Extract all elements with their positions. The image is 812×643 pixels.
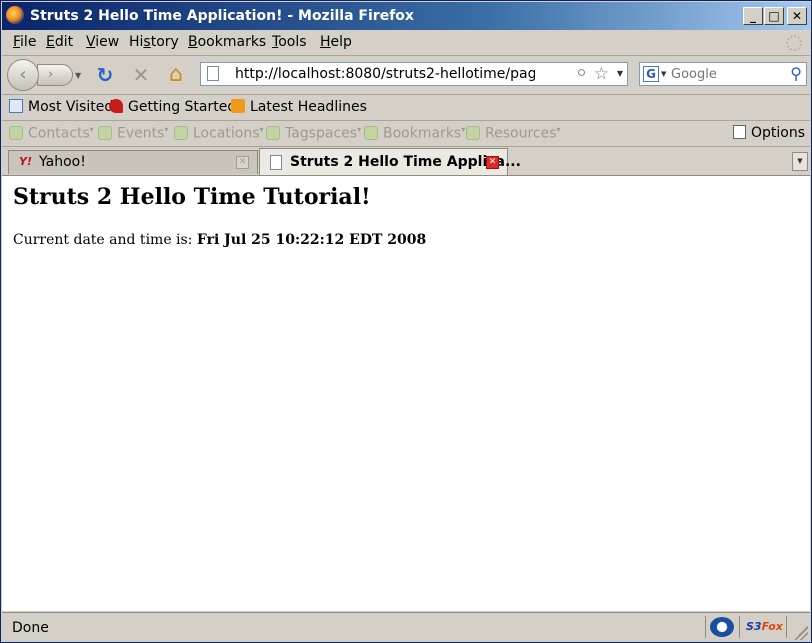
search-input[interactable] [671,65,781,83]
back-forward-group: › ‹ ▼ [7,59,87,91]
status-bar: Done S3Fox [2,612,810,642]
rss-feed-icon [231,99,245,113]
title-bar: Struts 2 Hello Time Application! - Mozil… [2,2,810,30]
bookmark-latest-headlines[interactable]: Latest Headlines [231,99,367,115]
bookmarks-icon [364,125,378,140]
forward-button[interactable]: › [37,64,73,86]
url-dropdown-icon[interactable]: ▼ [617,69,623,78]
menu-bookmarks[interactable]: Bookmarks [188,34,266,50]
tab-strip: Y! Yahoo! ✕ Struts 2 Hello Time Applica.… [2,147,810,176]
date-prefix: Current date and time is: [13,232,197,248]
close-button[interactable]: ✕ [787,7,807,25]
back-button[interactable]: ‹ [7,59,39,91]
options-icon [732,125,746,139]
close-tab-icon[interactable]: ✕ [486,156,499,169]
toolbar-bookmarks[interactable]: Bookmarks▾ [364,125,465,142]
toolbar-tagspaces[interactable]: Tagspaces▾ [266,125,361,142]
menu-view[interactable]: View [86,34,119,50]
bookmark-most-visited[interactable]: Most Visited [9,99,113,115]
search-bar: G ▼ ⚲ [639,62,807,86]
stop-icon[interactable]: ✕ [130,64,152,86]
status-text: Done [12,620,49,636]
status-divider [705,616,706,638]
resize-grip[interactable] [794,626,808,640]
toolbar-contacts[interactable]: Contacts▾ [9,125,94,142]
list-all-tabs-icon[interactable]: ▼ [792,152,808,171]
reload-icon[interactable]: ↻ [94,64,116,86]
engine-dropdown-icon[interactable]: ▼ [661,70,666,78]
tab-struts-hello-time[interactable]: Struts 2 Hello Time Applica... ✕ [259,148,521,175]
extension-toolbar: Contacts▾ Events▾ Locations▾ Tagspaces▾ … [2,121,810,147]
url-bar[interactable]: http://localhost:8080/struts2-hellotime/… [200,62,628,86]
history-dropdown-icon[interactable]: ▼ [75,71,81,80]
toolbar-resources[interactable]: Resources▾ [466,125,561,142]
page-content: Struts 2 Hello Time Tutorial! Current da… [2,176,810,611]
info-addon-icon[interactable] [710,617,734,637]
search-go-icon[interactable]: ⚲ [790,64,802,83]
maximize-button[interactable]: □ [764,7,784,25]
tab-yahoo[interactable]: Y! Yahoo! ✕ [8,150,258,174]
getting-started-icon [109,99,123,113]
page-icon [270,155,282,170]
home-icon[interactable]: ⌂ [165,64,187,86]
resources-icon [466,125,480,140]
url-text[interactable]: http://localhost:8080/struts2-hellotime/… [235,66,535,82]
date-paragraph: Current date and time is: Fri Jul 25 10:… [13,232,426,248]
menu-history[interactable]: History [129,34,179,50]
bookmarks-toolbar: Most Visited Getting Started Latest Head… [2,95,810,121]
toolbar-events[interactable]: Events▾ [98,125,168,142]
bookmark-star-icon[interactable]: ☆ [594,64,609,84]
identity-dot-icon[interactable] [578,69,585,76]
menu-tools[interactable]: Tools [272,34,307,50]
status-divider [739,616,740,638]
menu-help[interactable]: Help [320,34,352,50]
locations-icon [174,125,188,140]
most-visited-icon [9,99,23,113]
options-button[interactable]: Options [732,125,805,141]
tagspaces-icon [266,125,280,140]
activity-throbber-icon [786,35,802,51]
menu-file[interactable]: File [13,34,36,50]
browser-window: Struts 2 Hello Time Application! - Mozil… [0,0,812,643]
menu-bar: File Edit View History Bookmarks Tools H… [2,31,810,56]
window-title: Struts 2 Hello Time Application! - Mozil… [30,8,414,24]
page-icon [207,66,219,81]
s3fox-icon[interactable]: S3Fox [746,620,783,633]
tab-label: Yahoo! [39,154,86,170]
google-engine-icon[interactable]: G [643,66,659,82]
contacts-icon [9,125,23,140]
bookmark-getting-started[interactable]: Getting Started [109,99,236,115]
firefox-logo-icon [6,6,24,24]
page-heading: Struts 2 Hello Time Tutorial! [13,184,371,210]
close-tab-icon[interactable]: ✕ [236,156,249,169]
navigation-toolbar: › ‹ ▼ ↻ ✕ ⌂ http://localhost:8080/struts… [2,56,810,95]
toolbar-locations[interactable]: Locations▾ [174,125,264,142]
date-value: Fri Jul 25 10:22:12 EDT 2008 [196,232,427,248]
menu-edit[interactable]: Edit [46,34,73,50]
events-icon [98,125,112,140]
yahoo-icon: Y! [19,155,32,168]
minimize-button[interactable]: _ [743,7,763,25]
status-divider [786,616,787,638]
